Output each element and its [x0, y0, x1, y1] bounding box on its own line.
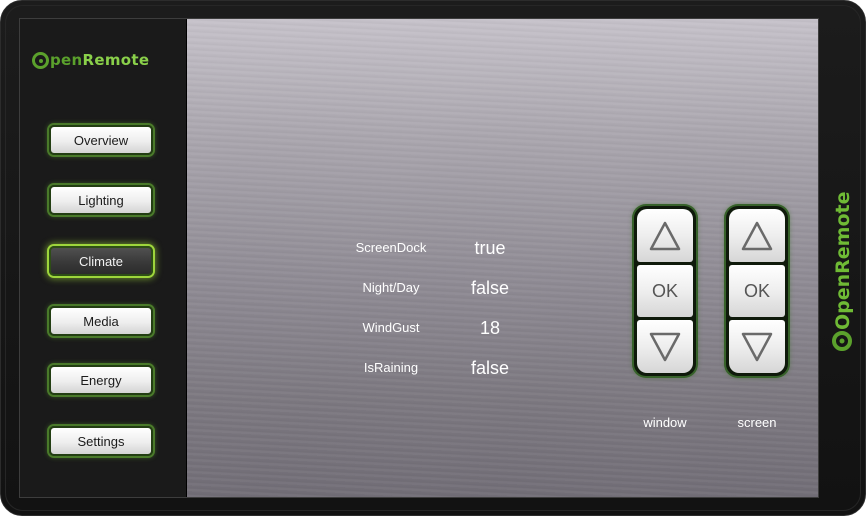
climate-panel: ScreenDock true Night/Day false WindGust… [187, 19, 818, 497]
nav-button-climate[interactable]: Climate [49, 246, 153, 276]
window-control-pad: OK [634, 206, 696, 376]
window-caption: window [643, 415, 687, 430]
openremote-logo-icon [832, 331, 852, 351]
triangle-up-icon [649, 221, 681, 250]
openremote-logo-icon [32, 51, 49, 69]
side-openremote-logo: OpenRemote [832, 191, 854, 351]
logo-text-prefix: pen [50, 51, 83, 69]
sensor-label-windgust: WindGust [362, 320, 420, 335]
sensor-label-screendock: ScreenDock [355, 240, 427, 255]
screen-up-button[interactable] [729, 209, 785, 262]
sensor-value-screendock: true [474, 238, 506, 258]
screen-ok-label: OK [743, 280, 770, 301]
nav-button-lighting[interactable]: Lighting [49, 185, 153, 215]
nav-button-energy[interactable]: Energy [49, 365, 153, 395]
screen-caption: screen [737, 415, 777, 430]
window-up-button[interactable] [637, 209, 693, 262]
side-logo-text: OpenRemote [832, 191, 854, 330]
sensor-value-israining: false [470, 358, 510, 378]
triangle-down-icon [649, 332, 681, 361]
sensor-label-nightday: Night/Day [362, 280, 420, 295]
sensor-label-israining: IsRaining [363, 360, 419, 375]
openremote-logo: pen Remote [32, 49, 149, 71]
sensor-value-windgust: 18 [479, 318, 501, 338]
sidebar: pen Remote Overview Lighting Climate Med… [20, 19, 187, 497]
screen-ok-button[interactable]: OK [729, 265, 785, 317]
app-screen: pen Remote Overview Lighting Climate Med… [19, 18, 819, 498]
screen-control-pad: OK [726, 206, 788, 376]
screen-down-button[interactable] [729, 320, 785, 373]
triangle-down-icon [741, 332, 773, 361]
window-ok-label: OK [651, 280, 678, 301]
window-down-button[interactable] [637, 320, 693, 373]
window-ok-button[interactable]: OK [637, 265, 693, 317]
nav-button-media[interactable]: Media [49, 306, 153, 336]
logo-text-suffix: Remote [82, 51, 150, 69]
nav-button-overview[interactable]: Overview [49, 125, 153, 155]
triangle-up-icon [741, 221, 773, 250]
nav-button-settings[interactable]: Settings [49, 426, 153, 456]
sensor-value-nightday: false [470, 278, 510, 298]
